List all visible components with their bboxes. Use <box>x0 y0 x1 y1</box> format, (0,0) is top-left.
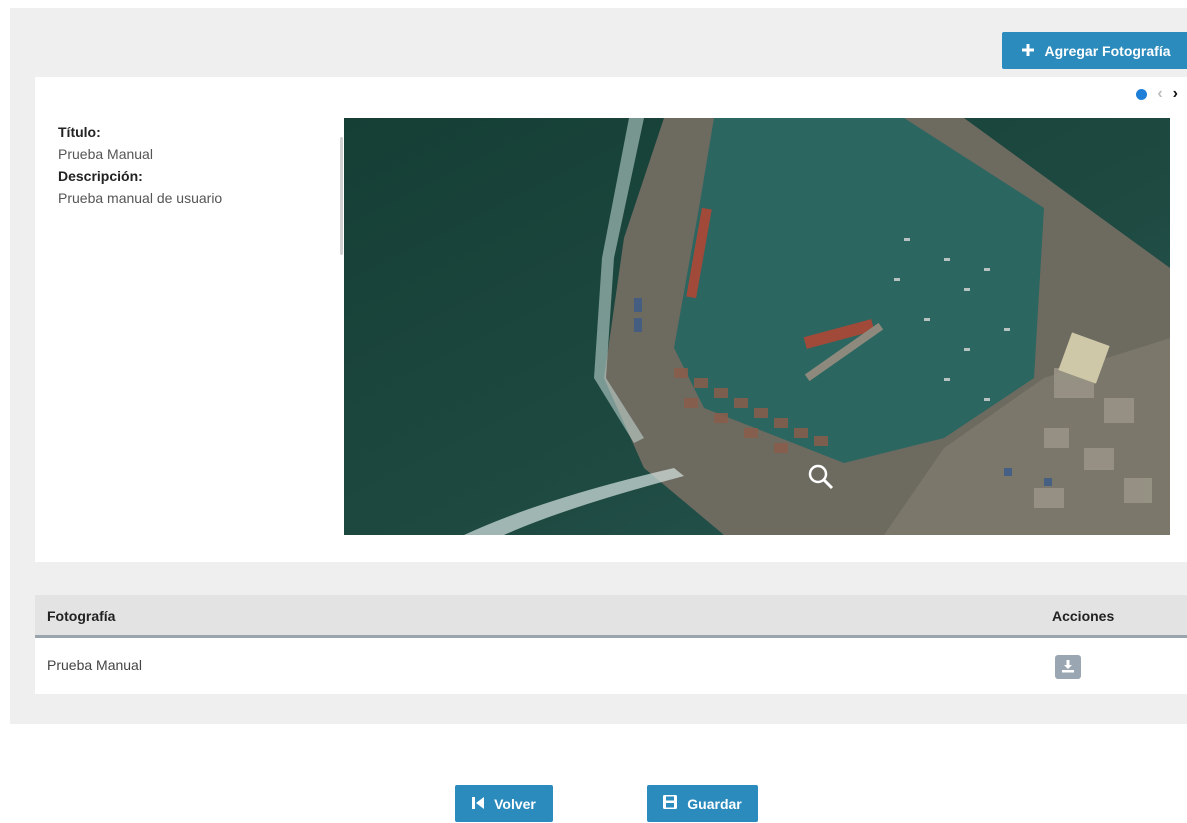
title-label: Título: <box>58 124 101 140</box>
description-value: Prueba manual de usuario <box>58 190 223 206</box>
info-scrollbar[interactable] <box>340 137 343 255</box>
floppy-disk-icon <box>663 795 678 812</box>
title-value: Prueba Manual <box>58 146 153 162</box>
photo-viewer: ‹ › Título: Prueba Manual Descripción: P… <box>35 77 1187 562</box>
photo-panel: Agregar Fotografía ‹ › Título: Prueba Ma… <box>10 8 1187 724</box>
photo-info: Título: Prueba Manual Descripción: Prueb… <box>58 121 222 209</box>
plus-icon <box>1022 43 1035 59</box>
back-button[interactable]: Volver <box>455 785 553 822</box>
table-header: Fotografía Acciones <box>35 595 1187 638</box>
download-button[interactable] <box>1055 655 1081 679</box>
aerial-photo[interactable] <box>344 118 1170 535</box>
description-label: Descripción: <box>58 168 143 184</box>
table-row: Prueba Manual <box>35 639 1187 694</box>
photos-table: Fotografía Acciones Prueba Manual <box>35 595 1187 694</box>
magnifier-icon[interactable] <box>806 462 836 492</box>
column-header-actions: Acciones <box>1052 608 1115 624</box>
aerial-port-image <box>344 118 1170 535</box>
skip-back-icon <box>472 796 485 812</box>
save-button[interactable]: Guardar <box>647 785 758 822</box>
chevron-left-icon[interactable]: ‹ <box>1157 86 1162 102</box>
carousel-nav: ‹ › <box>1136 86 1178 102</box>
chevron-right-icon[interactable]: › <box>1173 86 1178 102</box>
add-photo-button[interactable]: Agregar Fotografía <box>1002 32 1187 69</box>
back-label: Volver <box>494 795 536 812</box>
column-header-photo: Fotografía <box>47 608 116 624</box>
download-icon <box>1061 659 1075 676</box>
row-photo-name: Prueba Manual <box>47 657 142 673</box>
carousel-dot-active[interactable] <box>1136 88 1148 100</box>
add-photo-label: Agregar Fotografía <box>1044 42 1171 59</box>
save-label: Guardar <box>687 795 742 812</box>
